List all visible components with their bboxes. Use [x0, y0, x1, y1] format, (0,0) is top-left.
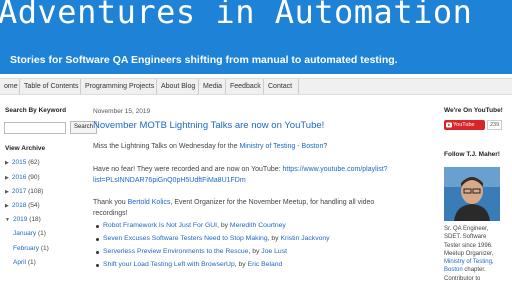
blog-header: Adventures in Automation Stories for Sof…	[0, 0, 512, 74]
nav-tab-programming-projects[interactable]: Programming Projects	[81, 79, 157, 94]
list-item: Shift your Load Testing Left with Browse…	[95, 261, 283, 268]
expand-arrow-icon[interactable]: ▶	[5, 203, 9, 209]
author-portrait-image	[444, 167, 500, 221]
nav-tab-feedback[interactable]: Feedback	[226, 79, 264, 94]
archive-year-2019: ▼ 2019 (18)	[5, 216, 41, 223]
archive-year-2015: ▶ 2015 (62)	[5, 159, 40, 166]
expand-arrow-icon[interactable]: ▶	[5, 160, 9, 166]
youtube-icon	[446, 122, 452, 128]
talk-link[interactable]: Robot Framework Is Not Just For GUI	[103, 222, 217, 229]
youtube-heading: We're On YouTube!	[444, 107, 503, 114]
archive-year-2016: ▶ 2016 (90)	[5, 174, 40, 181]
youtube-playlist-link[interactable]: https://www.youtube.com/playlist?	[283, 166, 388, 173]
list-item: Serverless Preview Environments to the R…	[96, 248, 287, 255]
talk-link[interactable]: Seven Excuses Software Testers Need to S…	[103, 235, 268, 242]
nav-bar: ome Table of Contents Programming Projec…	[0, 78, 512, 95]
author-link[interactable]: Joe Lust	[261, 248, 287, 255]
nav-tab-home[interactable]: ome	[0, 79, 20, 94]
follow-heading: Follow T.J. Maher!	[444, 151, 500, 158]
archive-year-2017: ▶ 2017 (108)	[5, 188, 44, 195]
collapse-arrow-icon[interactable]: ▼	[5, 217, 10, 223]
archive-heading: View Archive	[5, 145, 46, 152]
search-heading: Search By Keyword	[5, 107, 67, 114]
post-date: November 15, 2019	[93, 108, 151, 115]
post-title[interactable]: November MOTB Lightning Talks are now on…	[93, 120, 324, 131]
youtube-playlist-link-cont[interactable]: list=PLsINNDAR76piGnQ0pH5UdftFiMa8U1FDm	[93, 177, 246, 184]
expand-arrow-icon[interactable]: ▶	[5, 189, 9, 195]
author-link[interactable]: Eric Beland	[248, 261, 283, 268]
ministry-of-testing-link[interactable]: Ministry of Testing - Boston	[239, 143, 323, 150]
nav-tab-media[interactable]: Media	[199, 79, 226, 94]
blog-description: Stories for Software QA Engineers shifti…	[10, 54, 398, 66]
talk-link[interactable]: Serverless Preview Environments to the R…	[103, 248, 248, 255]
ministry-of-testing-bio-link[interactable]: Ministry of Testing,	[444, 259, 494, 265]
nav-tab-table-of-contents[interactable]: Table of Contents	[20, 79, 81, 94]
search-input[interactable]	[4, 122, 66, 134]
list-item: Robot Framework Is Not Just For GUI, by …	[96, 222, 286, 229]
youtube-subscribe-button[interactable]: YouTube	[444, 120, 485, 130]
bertold-kolics-link[interactable]: Bertold Kolics	[128, 199, 171, 206]
post-paragraph-1: Miss the Lightning Talks on Wednesday fo…	[93, 143, 328, 150]
author-link[interactable]: Kristin Jackvony	[280, 235, 329, 242]
blog-title[interactable]: Adventures in Automation	[0, 0, 472, 31]
author-link[interactable]: Meredith Courtney	[230, 222, 286, 229]
nav-tab-about-blog[interactable]: About Blog	[157, 79, 199, 94]
author-bio: Sr. QA Engineer, SDET. Software Tester s…	[444, 226, 494, 282]
post-paragraph-2: Have no fear! They were recorded and are…	[93, 166, 388, 184]
boston-chapter-link[interactable]: Boston	[444, 267, 463, 273]
expand-arrow-icon[interactable]: ▶	[5, 175, 9, 181]
talk-link[interactable]: Shift your Load Testing Left with Browse…	[103, 261, 235, 268]
archive-year-2018: ▶ 2018 (54)	[5, 202, 40, 209]
list-item: Seven Excuses Software Testers Need to S…	[96, 235, 330, 242]
author-photo[interactable]	[444, 167, 500, 221]
nav-tab-contact[interactable]: Contact	[264, 79, 299, 94]
archive-month-january[interactable]: January (1)	[13, 230, 46, 237]
archive-month-april[interactable]: April (1)	[13, 259, 36, 266]
archive-month-february[interactable]: February (1)	[13, 245, 49, 252]
subscriber-count: 239	[487, 120, 503, 130]
post-paragraph-3: Thank you Bertold Kolics, Event Organize…	[93, 199, 375, 217]
